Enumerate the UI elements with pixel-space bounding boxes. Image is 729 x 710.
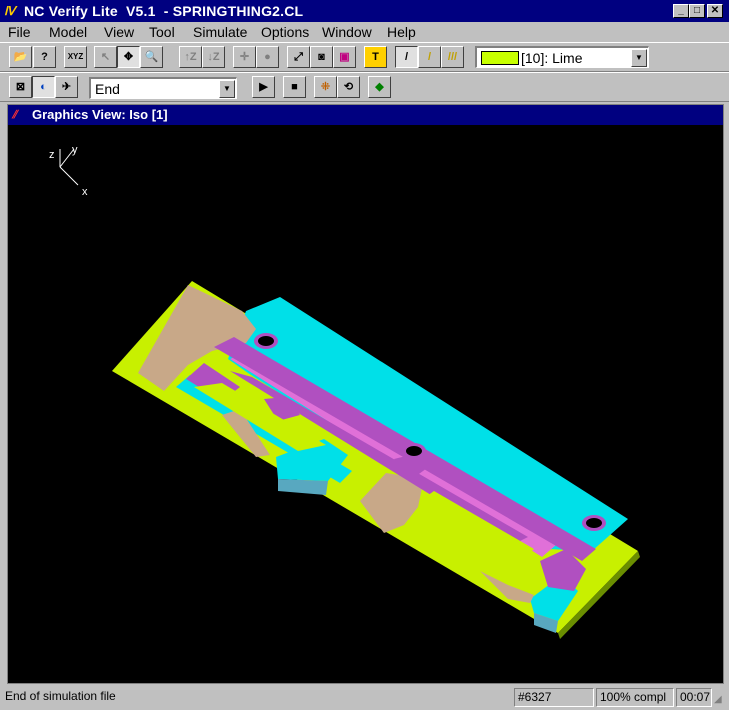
menu-bar: File Model View Tool Simulate Options Wi…	[0, 22, 729, 42]
maximize-button[interactable]: □	[689, 4, 705, 18]
part-compare-button[interactable]: ◆	[368, 76, 391, 98]
menu-view[interactable]: View	[104, 24, 134, 40]
axis-view-button[interactable]: ⤢	[287, 46, 310, 68]
step-forward-button[interactable]: ⁜	[314, 76, 337, 98]
axis-triad: z y x	[49, 144, 88, 198]
playback-select-value: End	[95, 81, 120, 97]
color-select-value: [10]: Lime	[521, 50, 583, 66]
snapshot-button[interactable]: ◙	[310, 46, 333, 68]
rotate-z-up-button[interactable]: ↑Z	[179, 46, 202, 68]
graphics-view-icon: ⫽	[12, 109, 17, 121]
center-button[interactable]: ✛	[233, 46, 256, 68]
menu-model[interactable]: Model	[49, 24, 87, 40]
playback-select[interactable]: End ▼	[89, 77, 237, 99]
status-progress: 100% compl	[596, 688, 674, 707]
stop-button[interactable]: ■	[283, 76, 306, 98]
open-file-icon: 📂	[13, 51, 28, 63]
part-model-canvas[interactable]: z y x	[8, 125, 723, 683]
xyz-button[interactable]: XYZ	[64, 46, 87, 68]
stock-model-button[interactable]: ⊠	[9, 76, 32, 98]
tool-yellow-icon: /	[427, 51, 432, 63]
select-button[interactable]: ↖	[94, 46, 117, 68]
color-dropdown-arrow-icon[interactable]: ▼	[631, 49, 647, 67]
tool-holder-icon: T	[372, 51, 379, 63]
pan-button[interactable]: ✥	[117, 46, 140, 68]
center-target-icon: ✛	[239, 51, 250, 63]
rotate-z-up-icon: ↑Z	[184, 51, 197, 63]
xyz-axes-icon: XYZ	[67, 52, 84, 61]
rewind-icon: ⟲	[343, 81, 354, 93]
menu-window[interactable]: Window	[322, 24, 372, 40]
tool-single-icon: /	[404, 51, 409, 63]
print-icon: ▣	[339, 51, 350, 63]
rewind-button[interactable]: ⟲	[337, 76, 360, 98]
raised-mid-block-side	[278, 479, 328, 495]
step-forward-icon: ⁜	[320, 81, 331, 93]
mount-hole-1	[254, 333, 278, 349]
rotate-z-down-button[interactable]: ↓Z	[202, 46, 225, 68]
status-bar: End of simulation file #6327 100% compl …	[0, 686, 729, 710]
tool-holder-button[interactable]: T	[364, 46, 387, 68]
shaded-sphere-icon: ●	[264, 51, 271, 63]
help-pointer-icon: ?	[41, 51, 48, 63]
tool-multiple-icon: ///	[447, 51, 458, 63]
graphics-view-title: Graphics View: Iso [1]	[32, 107, 168, 122]
graphics-view-title-bar: ⫽ Graphics View: Iso [1]	[8, 105, 723, 125]
axis-z-label: z	[49, 149, 55, 161]
axis-y-label: y	[72, 144, 78, 156]
axis-x-label: x	[82, 186, 88, 198]
menu-file[interactable]: File	[8, 24, 31, 40]
tool-multiple-button[interactable]: ///	[441, 46, 464, 68]
menu-tool[interactable]: Tool	[149, 24, 175, 40]
stop-icon: ■	[291, 81, 298, 93]
pan-icon: ✥	[123, 51, 134, 63]
status-message: End of simulation file	[5, 689, 116, 703]
simulation-toolbar: ⊠ ◐ ✈ End ▼ ▶ ■ ⁜ ⟲ ◆	[0, 72, 729, 102]
zoom-magnifier-icon: 🔍	[144, 51, 159, 63]
globe-view-button[interactable]: ◐	[32, 76, 55, 98]
part-compare-icon: ◆	[375, 81, 384, 93]
status-time: 00:07	[676, 688, 712, 707]
fly-mode-icon: ✈	[61, 81, 72, 93]
open-file-button[interactable]: 📂	[9, 46, 32, 68]
playback-dropdown-arrow-icon[interactable]: ▼	[219, 80, 235, 98]
shade-button[interactable]: ●	[256, 46, 279, 68]
globe-view-icon: ◐	[40, 81, 47, 93]
menu-help[interactable]: Help	[387, 24, 416, 40]
tool-yellow-button[interactable]: /	[418, 46, 441, 68]
close-button[interactable]: ✕	[707, 4, 723, 18]
fly-mode-button[interactable]: ✈	[55, 76, 78, 98]
rotate-z-down-icon: ↓Z	[207, 51, 220, 63]
context-help-button[interactable]: ?	[33, 46, 56, 68]
menu-options[interactable]: Options	[261, 24, 309, 40]
title-bar: Ⅳ NC Verify Lite V5.1 - SPRINGTHING2.CL …	[0, 0, 729, 22]
stock-model-icon: ⊠	[15, 81, 26, 93]
camera-snapshot-icon: ◙	[318, 51, 325, 63]
window-title: NC Verify Lite V5.1 - SPRINGTHING2.CL	[24, 3, 304, 19]
play-icon: ▶	[259, 81, 268, 93]
menu-simulate[interactable]: Simulate	[193, 24, 247, 40]
color-select[interactable]: [10]: Lime ▼	[475, 46, 649, 68]
mount-hole-2	[402, 443, 426, 459]
color-swatch	[481, 51, 519, 65]
zoom-button[interactable]: 🔍	[140, 46, 163, 68]
select-arrow-icon: ↖	[100, 51, 111, 63]
mount-hole-3	[582, 515, 606, 531]
graphics-viewport[interactable]: z y x	[8, 125, 723, 683]
status-record: #6327	[514, 688, 594, 707]
main-toolbar: 📂 ? XYZ ↖ ✥ 🔍 ↑Z ↓Z ✛ ● ⤢ ◙ ▣ T / / /// …	[0, 42, 729, 72]
resize-grip-icon[interactable]: ◢	[714, 694, 726, 706]
app-logo-icon[interactable]: Ⅳ	[4, 3, 20, 19]
minimize-button[interactable]: _	[673, 4, 689, 18]
graphics-view-window: ⫽ Graphics View: Iso [1] z y x	[7, 104, 724, 684]
play-button[interactable]: ▶	[252, 76, 275, 98]
tool-single-button[interactable]: /	[395, 46, 418, 68]
print-button[interactable]: ▣	[333, 46, 356, 68]
axis-view-icon: ⤢	[294, 51, 303, 63]
